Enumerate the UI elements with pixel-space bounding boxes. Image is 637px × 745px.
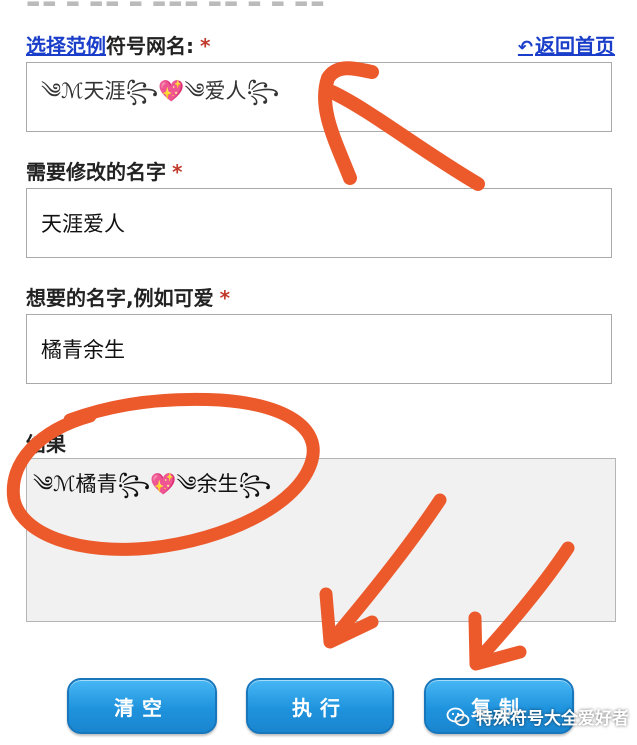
result-label: 结果 <box>26 432 66 456</box>
result-textarea[interactable]: ༄ℳ橘青꧂💖༄余生꧂ <box>26 458 616 622</box>
target-name-input[interactable]: 橘青余生 <box>26 314 612 384</box>
execute-button[interactable]: 执行 <box>246 678 394 734</box>
target-name-label: 想要的名字,例如可爱 <box>26 286 214 310</box>
original-name-label: 需要修改的名字 <box>26 160 166 184</box>
wechat-icon <box>446 707 470 726</box>
example-label-row: 选择范例符号网名: * <box>26 30 210 59</box>
back-home-label: 返回首页 <box>535 34 615 58</box>
select-example-link[interactable]: 选择范例 <box>26 34 106 58</box>
page: ▬▬ ▬ ▬▬ ▬ ▬▬▬ ▬▬ ▬ ▬ ▬▬ 选择范例符号网名:* ↶返回首页… <box>0 0 637 745</box>
result-value: ༄ℳ橘青꧂💖༄余生꧂ <box>33 472 272 496</box>
clear-button[interactable]: 清空 <box>67 678 217 734</box>
back-home-link[interactable]: ↶ 返回首页 <box>518 30 615 59</box>
target-name-label-row: 想要的名字,例如可爱 * <box>26 282 230 311</box>
watermark-text: 特殊符号大全爱好者 <box>476 709 629 729</box>
required-mark: * <box>219 286 231 310</box>
original-name-input[interactable]: 天涯爱人 <box>26 188 612 258</box>
example-name-input[interactable]: ༄ℳ天涯꧂💖༄爱人꧂ <box>26 62 612 132</box>
cropped-top-line: ▬▬ ▬ ▬▬ ▬ ▬▬▬ ▬▬ ▬ ▬ ▬▬ <box>26 0 626 6</box>
target-name-value: 橘青余生 <box>41 338 125 362</box>
annotation-arrow-copy-head <box>468 611 527 671</box>
required-mark: * <box>172 160 183 184</box>
watermark: 特殊符号大全爱好者 <box>446 704 629 729</box>
original-name-label-row: 需要修改的名字 * <box>26 156 182 185</box>
example-name-value: ༄ℳ天涯꧂💖༄爱人꧂ <box>41 78 280 103</box>
required-mark: * <box>200 34 211 58</box>
original-name-value: 天涯爱人 <box>41 212 125 236</box>
example-label: 符号网名: <box>106 34 194 58</box>
return-arrow-icon: ↶ <box>517 37 533 58</box>
